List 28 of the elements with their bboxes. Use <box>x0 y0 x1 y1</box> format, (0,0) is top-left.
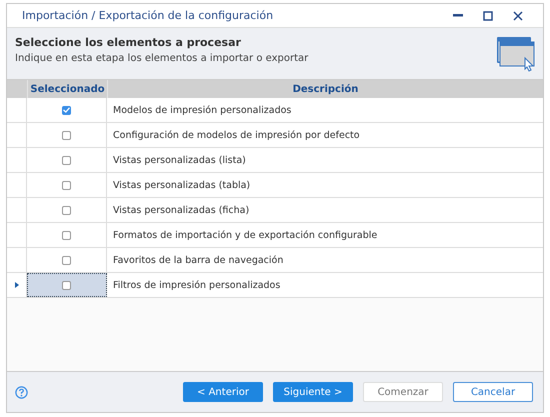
table-cell-text: Vistas personalizadas (lista) <box>112 154 247 168</box>
table-cell-text: Configuración de modelos de impresión por defecto <box>112 128 361 142</box>
checkbox[interactable] <box>62 156 71 164</box>
table-cell-text: Formatos de importación y de exportación configurable <box>112 228 378 242</box>
step-title: Seleccione los elementos a procesar <box>15 36 242 49</box>
checkbox[interactable] <box>62 280 71 290</box>
minimize-icon[interactable] <box>453 14 463 17</box>
checkbox-cell[interactable] <box>27 273 107 297</box>
checkbox[interactable] <box>62 256 71 264</box>
wizard-button[interactable]: < Anterior <box>183 382 263 402</box>
maximize-icon[interactable] <box>483 10 493 20</box>
window-cursor-icon <box>495 36 535 72</box>
checkbox[interactable] <box>62 106 71 114</box>
help-icon[interactable] <box>15 386 28 398</box>
close-icon[interactable] <box>513 10 523 20</box>
wizard-button[interactable]: Siguiente > <box>273 382 353 402</box>
window-title: Importación / Exportación de la configuración <box>22 9 274 22</box>
checkbox[interactable] <box>62 206 71 214</box>
table-cell-text: Modelos de impresión personalizados <box>112 104 292 118</box>
table-cell-text: Favoritos de la barra de navegación <box>112 254 284 268</box>
table-cell-text: Filtros de impresión personalizados <box>112 278 282 292</box>
wizard-button[interactable]: Cancelar <box>453 382 533 402</box>
checkbox[interactable] <box>62 230 71 240</box>
table-cell-text: Vistas personalizadas (tabla) <box>112 178 252 192</box>
step-description: Indique en esta etapa los elementos a importar o exportar <box>15 53 310 64</box>
checkbox[interactable] <box>62 180 71 190</box>
table-cell-text: Vistas personalizadas (ficha) <box>112 204 250 218</box>
checkbox[interactable] <box>62 130 71 140</box>
